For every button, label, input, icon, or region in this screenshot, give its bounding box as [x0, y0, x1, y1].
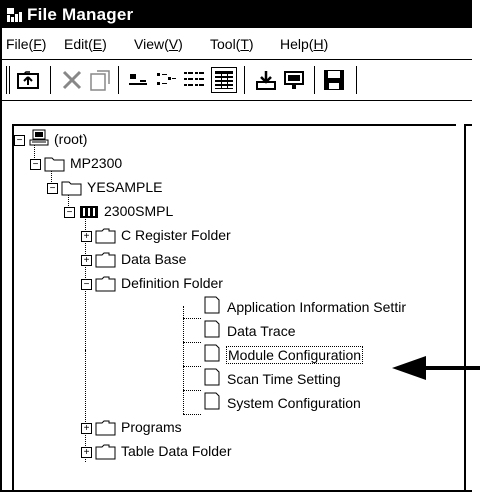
tree-connector — [183, 414, 201, 415]
tree-node-label-selected: Module Configuration — [225, 346, 364, 364]
transfer-icon[interactable] — [282, 68, 306, 92]
list-view-icon[interactable] — [182, 68, 206, 92]
expand-icon[interactable]: + — [81, 231, 92, 242]
folder-open-icon — [61, 181, 82, 196]
folder-icon — [95, 252, 116, 268]
download-icon[interactable] — [254, 68, 278, 92]
document-icon — [204, 296, 220, 314]
tree-node-root[interactable]: − (root) — [14, 128, 214, 152]
folder-icon — [95, 444, 116, 460]
small-icons-icon[interactable] — [154, 68, 178, 92]
tree-node-label: C Register Folder — [121, 227, 231, 243]
save-icon[interactable] — [322, 68, 346, 92]
tree-node-label: System Configuration — [227, 395, 361, 411]
folder-open-icon — [44, 157, 65, 172]
collapse-icon[interactable]: − — [47, 183, 58, 194]
details-view-icon[interactable] — [211, 67, 237, 93]
toolbar-separator-line — [2, 100, 472, 101]
up-folder-icon[interactable] — [16, 68, 40, 92]
toolbar-separator — [244, 66, 245, 94]
menu-help[interactable]: Help(H) — [280, 36, 328, 52]
menu-edit[interactable]: Edit(E) — [64, 36, 107, 52]
folder-icon — [95, 228, 116, 244]
toolbar-separator — [356, 66, 357, 94]
menu-bar: File(F) Edit(E) View(V) Tool(T) Help(H) — [2, 30, 472, 58]
tree-node-table-data-folder[interactable]: + Table Data Folder — [81, 440, 341, 464]
tree-node-label: Data Trace — [227, 323, 296, 339]
document-icon — [204, 320, 220, 338]
detail-pane[interactable] — [464, 124, 472, 490]
tree-node-definition-folder[interactable]: − Definition Folder — [81, 272, 341, 296]
document-icon — [204, 368, 220, 386]
toolbar-grip[interactable] — [6, 66, 10, 94]
pointer-arrow-icon — [392, 356, 480, 380]
collapse-icon[interactable]: − — [30, 159, 41, 170]
toolbar — [2, 62, 472, 98]
tree-node-data-trace[interactable]: Data Trace — [201, 320, 461, 344]
tree-connector — [183, 306, 184, 414]
tree-node-application[interactable]: − YESAMPLE — [47, 176, 247, 200]
computer-icon — [29, 129, 49, 146]
toolbar-separator — [314, 66, 315, 94]
expand-icon[interactable]: + — [81, 255, 92, 266]
tree-node-system-configuration[interactable]: System Configuration — [201, 392, 461, 416]
file-manager-app-icon — [7, 8, 22, 22]
toolbar-separator — [50, 66, 51, 94]
tree-node-programs[interactable]: + Programs — [81, 416, 341, 440]
tree-node-label: Programs — [121, 419, 182, 435]
window-title: File Manager — [27, 5, 134, 24]
expand-icon[interactable]: + — [81, 447, 92, 458]
tree-connector — [183, 390, 201, 391]
menu-view[interactable]: View(V) — [134, 36, 183, 52]
collapse-icon[interactable]: − — [14, 135, 25, 146]
collapse-icon[interactable]: − — [64, 207, 75, 218]
menu-tool[interactable]: Tool(T) — [210, 36, 254, 52]
folder-icon — [95, 420, 116, 436]
properties-icon[interactable] — [88, 68, 112, 92]
file-manager-window: File Manager File(F) Edit(E) View(V) Too… — [0, 0, 472, 492]
delete-icon[interactable] — [60, 68, 84, 92]
tree-node-label: Scan Time Setting — [227, 371, 341, 387]
menu-file[interactable]: File(F) — [6, 36, 46, 52]
tree-node-application-information-setting[interactable]: Application Information Settir — [201, 296, 461, 320]
folder-open-icon — [95, 276, 116, 292]
tree-node-label: Table Data Folder — [121, 443, 232, 459]
tree-node-label: (root) — [54, 131, 88, 147]
folder-tree[interactable]: − (root) − MP2300 − YESAMPLE − 2300SMPL … — [12, 124, 456, 490]
document-icon — [204, 344, 220, 362]
tree-node-label: Definition Folder — [121, 275, 223, 291]
toolbar-separator — [118, 66, 119, 94]
tree-connector — [183, 342, 201, 343]
tree-node-label: 2300SMPL — [104, 203, 174, 219]
document-icon — [204, 392, 220, 410]
tree-node-c-register-folder[interactable]: + C Register Folder — [81, 224, 341, 248]
tree-connector — [183, 318, 201, 319]
tree-connector — [183, 366, 201, 367]
tree-node-label: Application Information Settir — [227, 299, 406, 315]
collapse-icon[interactable]: − — [81, 279, 92, 290]
tree-node-data-base[interactable]: + Data Base — [81, 248, 341, 272]
tree-node-program[interactable]: − 2300SMPL — [64, 200, 264, 224]
title-bar: File Manager — [2, 2, 472, 28]
plc-module-icon — [80, 206, 98, 218]
menu-separator — [2, 59, 472, 60]
large-icons-icon[interactable] — [126, 68, 150, 92]
expand-icon[interactable]: + — [81, 423, 92, 434]
tree-node-label: MP2300 — [70, 155, 123, 171]
tree-node-controller[interactable]: − MP2300 — [30, 152, 230, 176]
tree-node-label: Data Base — [121, 251, 187, 267]
tree-node-label: YESAMPLE — [87, 179, 163, 195]
